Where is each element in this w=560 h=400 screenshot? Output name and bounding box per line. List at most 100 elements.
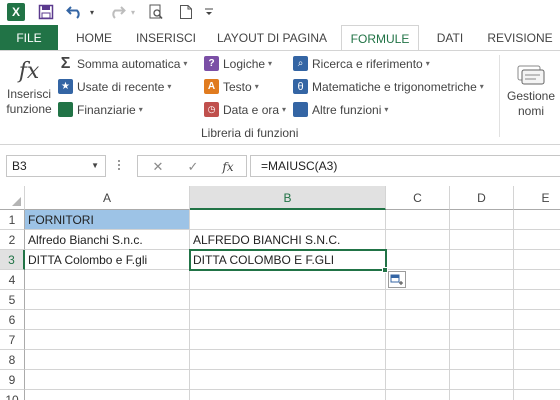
cell-c1[interactable] (386, 210, 450, 230)
formula-bar-splitter[interactable] (118, 159, 121, 173)
cell-c5[interactable] (386, 290, 450, 310)
cell-d6[interactable] (450, 310, 514, 330)
cell-c10[interactable] (386, 390, 450, 400)
cell-a2[interactable]: Alfredo Bianchi S.n.c. (25, 230, 190, 250)
save-icon[interactable] (36, 2, 56, 22)
cell-e6[interactable] (514, 310, 560, 330)
row-header-9[interactable]: 9 (0, 370, 25, 390)
cell-d1[interactable] (450, 210, 514, 230)
cell-d4[interactable] (450, 270, 514, 290)
cell-d9[interactable] (450, 370, 514, 390)
cell-b9[interactable] (190, 370, 386, 390)
enter-icon[interactable]: ✓ (183, 158, 203, 176)
name-box[interactable]: B3 ▼ (6, 155, 106, 177)
financial-button[interactable]: Finanziarie ▾ (58, 102, 143, 117)
customize-dropdown-icon[interactable] (202, 2, 216, 22)
cell-b1[interactable] (190, 210, 386, 230)
lookup-button[interactable]: ⌕ Ricerca e riferimento ▾ (293, 56, 430, 71)
autofill-options-button[interactable] (388, 271, 406, 288)
cell-c8[interactable] (386, 350, 450, 370)
select-all-button[interactable] (0, 186, 25, 210)
chevron-down-icon[interactable]: ▼ (91, 156, 99, 176)
tab-insert[interactable]: INSERISCI (128, 25, 204, 51)
cell-e2[interactable] (514, 230, 560, 250)
formula-input[interactable]: =MAIUSC(A3) (250, 155, 560, 177)
cell-e7[interactable] (514, 330, 560, 350)
new-document-icon[interactable] (176, 2, 196, 22)
cell-e3[interactable] (514, 250, 560, 270)
tab-page-layout[interactable]: LAYOUT DI PAGINA (208, 25, 336, 51)
row-header-6[interactable]: 6 (0, 310, 25, 330)
cell-d3[interactable] (450, 250, 514, 270)
row-header-2[interactable]: 2 (0, 230, 25, 250)
cell-b7[interactable] (190, 330, 386, 350)
cell-a3[interactable]: DITTA Colombo e F.gli (25, 250, 190, 270)
name-manager-button[interactable]: Gestione nomi (503, 59, 559, 125)
cell-e5[interactable] (514, 290, 560, 310)
datetime-button[interactable]: ◷ Data e ora ▾ (204, 102, 286, 117)
cell-d2[interactable] (450, 230, 514, 250)
cell-e10[interactable] (514, 390, 560, 400)
cell-a6[interactable] (25, 310, 190, 330)
cell-e4[interactable] (514, 270, 560, 290)
insert-function-button[interactable]: fx Inserisci funzione (2, 57, 56, 125)
cell-a9[interactable] (25, 370, 190, 390)
tab-file[interactable]: FILE (0, 25, 58, 51)
column-header-c[interactable]: C (386, 186, 450, 210)
autosum-button[interactable]: Σ Somma automatica ▾ (58, 55, 188, 72)
cell-c2[interactable] (386, 230, 450, 250)
redo-dropdown-icon[interactable]: ▾ (128, 2, 138, 22)
cell-d5[interactable] (450, 290, 514, 310)
cell-b10[interactable] (190, 390, 386, 400)
cell-a4[interactable] (25, 270, 190, 290)
row-header-7[interactable]: 7 (0, 330, 25, 350)
cell-a7[interactable] (25, 330, 190, 350)
column-header-d[interactable]: D (450, 186, 514, 210)
undo-dropdown-icon[interactable]: ▾ (87, 2, 97, 22)
more-functions-button[interactable]: Altre funzioni ▾ (293, 102, 388, 117)
text-button[interactable]: A Testo ▾ (204, 79, 259, 94)
cell-b4[interactable] (190, 270, 386, 290)
cell-e9[interactable] (514, 370, 560, 390)
tab-data[interactable]: DATI (424, 25, 476, 51)
financial-book-icon (58, 102, 73, 117)
cell-b5[interactable] (190, 290, 386, 310)
cell-a10[interactable] (25, 390, 190, 400)
column-header-a[interactable]: A (25, 186, 190, 210)
column-header-b[interactable]: B (190, 186, 386, 210)
cell-a1[interactable]: FORNITORI (25, 210, 190, 230)
logical-button[interactable]: ? Logiche ▾ (204, 56, 272, 71)
row-header-5[interactable]: 5 (0, 290, 25, 310)
row-header-10[interactable]: 10 (0, 390, 25, 400)
recent-button[interactable]: ★ Usate di recente ▾ (58, 79, 171, 94)
cell-a8[interactable] (25, 350, 190, 370)
cell-d8[interactable] (450, 350, 514, 370)
row-header-8[interactable]: 8 (0, 350, 25, 370)
column-header-e[interactable]: E (514, 186, 560, 210)
cell-d7[interactable] (450, 330, 514, 350)
tab-formulas[interactable]: FORMULE (341, 25, 419, 52)
cell-c9[interactable] (386, 370, 450, 390)
row-header-3[interactable]: 3 (0, 250, 25, 270)
cell-e8[interactable] (514, 350, 560, 370)
redo-icon[interactable] (106, 2, 128, 22)
print-preview-icon[interactable] (146, 2, 166, 22)
cell-c6[interactable] (386, 310, 450, 330)
cell-b6[interactable] (190, 310, 386, 330)
cell-b3[interactable]: DITTA COLOMBO E F.GLI (190, 250, 386, 270)
cell-b2[interactable]: ALFREDO BIANCHI S.N.C. (190, 230, 386, 250)
tab-review[interactable]: REVISIONE (480, 25, 560, 51)
cell-c3[interactable] (386, 250, 450, 270)
insert-function-fx-button[interactable]: fx (218, 158, 238, 176)
cell-d10[interactable] (450, 390, 514, 400)
math-button[interactable]: θ Matematiche e trigonometriche ▾ (293, 79, 484, 94)
row-header-4[interactable]: 4 (0, 270, 25, 290)
cell-e1[interactable] (514, 210, 560, 230)
undo-icon[interactable] (64, 2, 86, 22)
cell-c7[interactable] (386, 330, 450, 350)
cell-b8[interactable] (190, 350, 386, 370)
tab-home[interactable]: HOME (64, 25, 124, 51)
cancel-icon[interactable]: ✕ (148, 158, 168, 176)
row-header-1[interactable]: 1 (0, 210, 25, 230)
cell-a5[interactable] (25, 290, 190, 310)
